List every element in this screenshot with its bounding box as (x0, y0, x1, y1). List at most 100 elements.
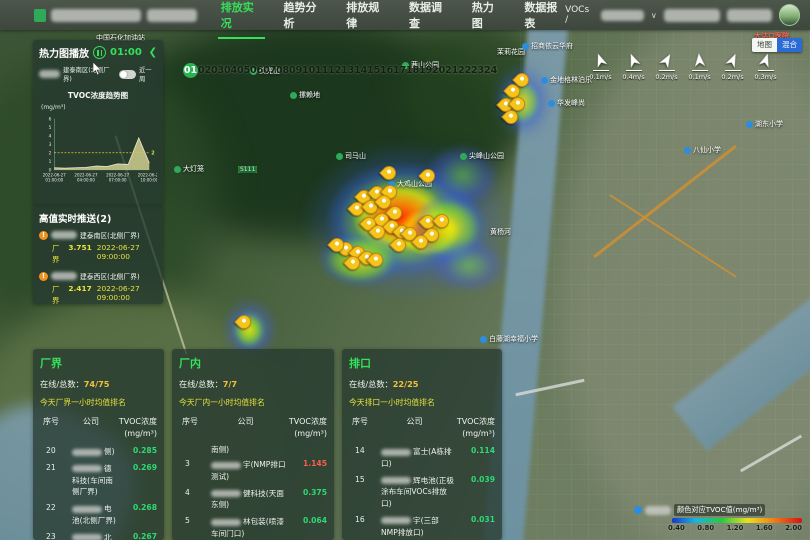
station-toggle[interactable] (119, 70, 136, 79)
wind-indicator: 0.4m/s (621, 52, 646, 81)
timeline-hour-05[interactable]: 05 (237, 63, 250, 78)
timeline-hour-12[interactable]: 12 (328, 63, 341, 78)
redacted-select-value[interactable] (601, 10, 644, 21)
redacted-company (72, 534, 102, 540)
map-label: 湖东小学 (746, 119, 783, 129)
timeline-hour-19[interactable]: 19 (419, 63, 432, 78)
map-label: 招商依云华府 (522, 41, 573, 51)
table-row[interactable]: 23北区(东侧厂界)0.267 (40, 532, 157, 540)
playback-time: 01:00 (110, 47, 142, 58)
col-no: 序号 (179, 416, 208, 427)
push-item[interactable]: !建泰西区(北侧厂界)厂界2.4172022-06-27 09:00:00 (39, 271, 157, 306)
pause-icon[interactable] (93, 46, 106, 59)
redacted-company (211, 490, 241, 497)
poi-icon (684, 147, 691, 154)
table-row[interactable]: 14富士(A栋排口)0.114 (349, 446, 495, 470)
timeline-hour-15[interactable]: 15 (367, 63, 380, 78)
avatar[interactable] (779, 4, 800, 26)
mountain-icon (460, 153, 467, 160)
push-item[interactable]: !建泰南区(北侧厂界)厂界3.7512022-06-27 09:00:00 (39, 230, 157, 265)
timeline-hour-11[interactable]: 11 (315, 63, 328, 78)
online-value: 74/75 (84, 379, 110, 389)
svg-text:6: 6 (49, 116, 52, 122)
wind-arrow-icon (622, 49, 644, 71)
row-company: 宇(NMP排口测试) (211, 459, 287, 483)
station-pin[interactable] (234, 312, 254, 332)
timeline-hour-06[interactable]: 06 (250, 63, 263, 78)
redacted-company (72, 449, 102, 456)
timeline-hour-01[interactable]: 01 (183, 63, 198, 78)
table-row[interactable]: 21德科技(车间南侧厂界)0.269 (40, 463, 157, 498)
timeline-hour-16[interactable]: 16 (380, 63, 393, 78)
timeline-hour-14[interactable]: 14 (354, 63, 367, 78)
row-rank: 4 (179, 488, 211, 497)
col-value: TVOC浓度(mg/m³) (283, 416, 327, 440)
col-company: 公司 (378, 416, 451, 427)
online-count: 在线/总数：7/7 (179, 378, 327, 390)
playback-header: 热力图播放 01:00 ❮ (39, 45, 157, 60)
timeline-hour-13[interactable]: 13 (341, 63, 354, 78)
map-type-normal-button[interactable]: 地图 (752, 38, 777, 52)
color-legend: 颜色对应TVOC值(mg/m³) 0.400.801.201.602.00 (634, 504, 802, 532)
col-no: 序号 (40, 416, 69, 427)
table-body: 14富士(A栋排口)0.114 15辉电池(正极涂布车间VOCs排放口)0.039… (349, 446, 495, 540)
tab-热力图[interactable]: 热力图 (472, 0, 503, 33)
table-row[interactable]: 16宇(三部NMP排放口)0.031 (349, 515, 495, 539)
online-count: 在线/总数：74/75 (40, 378, 157, 390)
nav-tabs: 排放实况趋势分析排放规律数据调查热力图数据报表 (221, 0, 565, 33)
header-right: VOCs / ∨ (565, 4, 800, 26)
legend-tick: 2.00 (785, 524, 802, 532)
table-row[interactable]: 5林包装(喷漆车间门口)0.064 (179, 516, 327, 540)
tab-排放实况[interactable]: 排放实况 (221, 0, 262, 33)
timeline-hour-09[interactable]: 09 (289, 63, 302, 78)
panel-title: 厂界 (40, 355, 157, 371)
timeline-hour-23[interactable]: 23 (471, 63, 484, 78)
table-header: 序号 公司 TVOC浓度(mg/m³) (349, 416, 495, 440)
tab-趋势分析[interactable]: 趋势分析 (284, 0, 325, 33)
range-label[interactable]: 近一周 (139, 65, 157, 83)
timeline-hour-04[interactable]: 04 (224, 63, 237, 78)
timeline-hour-20[interactable]: 20 (432, 63, 445, 78)
timeline-hour-17[interactable]: 17 (393, 63, 406, 78)
map-label: 金地格林泊乐 (541, 75, 592, 85)
push-list: !建泰南区(北侧厂界)厂界3.7512022-06-27 09:00:00 !建泰… (39, 230, 157, 306)
timeline-hour-24[interactable]: 24 (484, 63, 497, 78)
chart-y-unit: (mg/m³) (41, 104, 157, 111)
timeline-hour-03[interactable]: 03 (211, 63, 224, 78)
map-type-mix-button[interactable]: 混合 (777, 38, 802, 52)
station-name[interactable]: 建泰南区(北侧厂界) (63, 65, 116, 83)
wind-arrow-icon (721, 49, 744, 72)
high-value-push-panel: 高值实时推送(2) !建泰南区(北侧厂界)厂界3.7512022-06-27 0… (33, 206, 163, 304)
timeline-hour-18[interactable]: 18 (406, 63, 419, 78)
row-company: 辉电池(正极涂布车间VOCs排放口) (381, 475, 455, 510)
timeline-hour-07[interactable]: 07 (263, 63, 276, 78)
tab-数据调查[interactable]: 数据调查 (409, 0, 450, 33)
map-label: 黄杨河 (490, 227, 511, 237)
table-row[interactable]: 4健科技(天面东侧)0.375 (179, 488, 327, 512)
wind-speed: 0.2m/s (721, 73, 743, 81)
push-time: 2022-06-27 09:00:00 (97, 243, 157, 265)
panel-title: 排口 (349, 355, 495, 371)
timeline-hour-10[interactable]: 10 (302, 63, 315, 78)
collapse-chevron-icon[interactable]: ❮ (149, 47, 157, 58)
tab-数据报表[interactable]: 数据报表 (524, 0, 565, 33)
wind-speed: 0.3m/s (754, 73, 776, 81)
tab-排放规律[interactable]: 排放规律 (346, 0, 387, 33)
legend-tick: 0.40 (668, 524, 685, 532)
table-row[interactable]: 3宇(NMP排口测试)1.145 (179, 459, 327, 483)
timeline-hour-08[interactable]: 08 (276, 63, 289, 78)
legend-gradient-bar (672, 518, 802, 523)
timeline-hour-21[interactable]: 21 (445, 63, 458, 78)
table-row[interactable]: 15辉电池(正极涂布车间VOCs排放口)0.039 (349, 475, 495, 510)
timeline-hour-22[interactable]: 22 (458, 63, 471, 78)
table-row[interactable]: 22电池(北侧厂界)0.268 (40, 503, 157, 527)
warning-icon: ! (39, 272, 48, 281)
timeline-hour-02[interactable]: 02 (198, 63, 211, 78)
table-row[interactable]: 20侧)0.285 (40, 446, 157, 458)
row-rank: 15 (349, 475, 381, 484)
redacted-company (51, 272, 77, 280)
chevron-down-icon[interactable]: ∨ (651, 11, 657, 20)
svg-text:2022-06-2710:00:00: 2022-06-2710:00:00 (138, 173, 157, 183)
row-tvoc-value: 0.031 (455, 515, 495, 524)
row-company: 北区(东侧厂界) (72, 532, 117, 540)
